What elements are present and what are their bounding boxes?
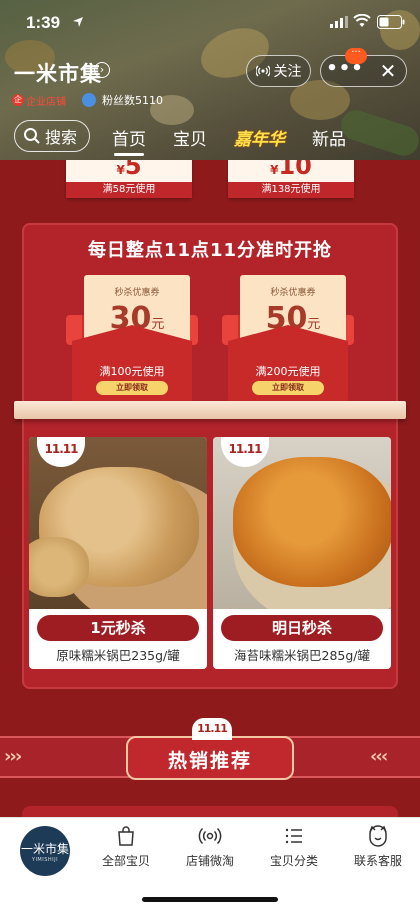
tab-home[interactable]: 首页 — [112, 125, 146, 156]
nav-label: 店铺微淘 — [185, 854, 234, 868]
hot-section-title: 热销推荐 — [167, 750, 252, 772]
top-coupon-value: 5 — [124, 160, 142, 180]
rice-crisp-pile — [233, 457, 391, 587]
shop-logo-subtext: YIMISHIJI — [31, 857, 59, 863]
claim-button[interactable]: 立即领取 — [252, 381, 324, 395]
product-card[interactable]: 11.11 明日秒杀 海苔味糯米锅巴285g/罐 — [213, 437, 391, 669]
list-icon — [285, 828, 302, 844]
shop-content: ¥5 满58元使用 ¥10 满138元使用 每日整点11点11分准时开抢 秒杀优… — [0, 160, 420, 817]
tab-carnival[interactable]: 嘉年华 — [234, 125, 285, 150]
double11-logo: 11.11 — [192, 718, 232, 740]
product-card[interactable]: 11.11 1元秒杀 原味糯米锅巴235g/罐 — [29, 437, 207, 669]
currency-symbol: ¥ — [116, 163, 125, 177]
flash-coupon[interactable]: 秒杀优惠券 30元 满100元使用 立即领取 — [66, 275, 198, 411]
search-label: 搜索 — [45, 128, 78, 147]
coupon-card-title: 秒杀优惠券 — [114, 288, 160, 298]
tab-new[interactable]: 新品 — [312, 125, 346, 150]
home-indicator[interactable] — [142, 897, 278, 902]
nav-all-items[interactable]: 全部宝贝 — [84, 824, 168, 876]
message-badge: ··· — [345, 48, 367, 64]
capsule-menu: ••• ··· ✕ — [320, 48, 407, 87]
deal-label[interactable]: 1元秒杀 — [37, 615, 199, 641]
bottom-nav: 一米市集 YIMISHIJI 全部宝贝 店铺微淘 宝贝分类 联系客服 — [0, 817, 420, 909]
hot-section-panel — [22, 806, 398, 817]
chevron-left-icon: ‹‹‹ — [370, 746, 388, 767]
fans-icon — [82, 93, 96, 107]
fans-count: 粉丝数5110 — [102, 94, 163, 107]
shop-badges: 企 企业店铺 粉丝数5110 — [12, 92, 163, 108]
product-image[interactable]: 11.11 — [29, 437, 207, 609]
cell-signal-icon — [330, 16, 348, 28]
location-arrow-icon — [73, 17, 83, 27]
follow-label: 关注 — [273, 64, 302, 80]
shop-logo[interactable]: 一米市集 YIMISHIJI — [20, 826, 70, 876]
broadcast-icon — [255, 65, 270, 77]
flash-coupon[interactable]: 秒杀优惠券 50元 满200元使用 立即领取 — [222, 275, 354, 411]
shop-nav: 搜索 首页 宝贝 嘉年华 新品 — [0, 120, 420, 156]
shop-header: 1:39 一米市集 › 关注 ••• ··· ✕ 企 企业店铺 粉丝数5110 … — [0, 0, 420, 160]
shop-name[interactable]: 一米市集 — [14, 58, 102, 88]
nav-label: 联系客服 — [353, 854, 402, 868]
flash-sale-title: 每日整点11点11分准时开抢 — [87, 240, 333, 261]
product-image[interactable]: 11.11 — [213, 437, 391, 609]
chevron-right-icon: ››› — [4, 746, 22, 767]
double11-tag: 11.11 — [37, 437, 85, 467]
double11-tag-text: 11.11 — [228, 442, 263, 456]
top-coupon[interactable]: ¥10 满138元使用 — [228, 160, 354, 198]
top-coupon[interactable]: ¥5 满58元使用 — [66, 160, 192, 198]
nav-categories[interactable]: 宝贝分类 — [252, 824, 336, 876]
shop-logo-text: 一米市集 — [20, 842, 69, 856]
nav-label: 全部宝贝 — [101, 854, 150, 868]
coupon-card-title: 秒杀优惠券 — [270, 288, 316, 298]
search-icon — [24, 128, 40, 144]
chevron-right-icon[interactable]: › — [94, 62, 110, 78]
battery-icon — [377, 15, 405, 29]
status-time: 1:39 — [26, 13, 61, 32]
product-name[interactable]: 海苔味糯米锅巴285g/罐 — [213, 645, 391, 664]
top-coupon-amount: ¥5 — [66, 160, 192, 180]
wifi-icon — [353, 14, 371, 27]
nav-customer-service[interactable]: 联系客服 — [336, 824, 420, 876]
nav-label: 宝贝分类 — [269, 854, 318, 868]
top-coupon-value: 10 — [278, 160, 312, 180]
coupon-condition: 满100元使用 — [99, 365, 165, 378]
product-name[interactable]: 原味糯米锅巴235g/罐 — [29, 645, 207, 664]
rice-crisp-pile — [29, 537, 89, 597]
follow-button[interactable]: 关注 — [246, 55, 311, 87]
claim-button[interactable]: 立即领取 — [96, 381, 168, 395]
bag-icon — [118, 826, 134, 846]
search-button[interactable]: 搜索 — [14, 120, 90, 152]
nav-shop-feed[interactable]: 店铺微淘 — [168, 824, 252, 876]
status-bar: 1:39 — [0, 0, 420, 44]
service-icon — [369, 825, 387, 847]
double11-tag: 11.11 — [221, 437, 269, 467]
flash-sale-panel: 每日整点11点11分准时开抢 秒杀优惠券 30元 满100元使用 立即领取 — [14, 223, 406, 689]
top-coupon-condition: 满58元使用 — [66, 182, 192, 198]
tab-items[interactable]: 宝贝 — [173, 125, 207, 150]
corp-shop-badge: 企 企业店铺 — [12, 93, 66, 108]
hot-section-header: 11.11 热销推荐 — [126, 718, 294, 780]
corp-icon: 企 — [12, 94, 24, 106]
deal-label[interactable]: 明日秒杀 — [221, 615, 383, 641]
close-button[interactable]: ✕ — [373, 57, 403, 87]
broadcast-icon — [198, 827, 222, 845]
corp-badge-label: 企业店铺 — [26, 96, 66, 108]
top-coupon-amount: ¥10 — [228, 160, 354, 180]
display-shelf — [14, 401, 406, 419]
coupon-condition: 满200元使用 — [255, 365, 321, 378]
double11-tag-text: 11.11 — [44, 442, 79, 456]
top-coupon-condition: 满138元使用 — [228, 182, 354, 198]
